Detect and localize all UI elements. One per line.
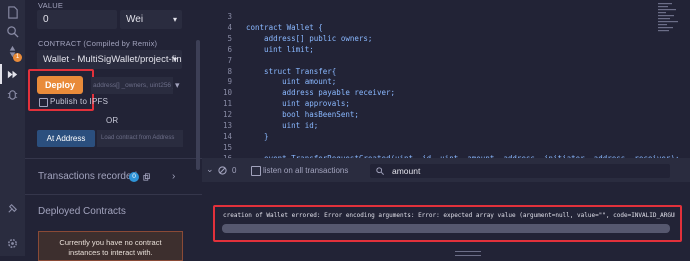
at-address-input[interactable]: Load contract from Address [97,130,183,147]
line-number: 11 [222,99,232,109]
editor-minimap[interactable] [655,0,690,40]
no-instances-notice: Currently you have no contract instances… [38,231,183,261]
at-address-button[interactable]: At Address [37,130,95,147]
listen-all-checkbox[interactable] [251,166,261,176]
chevron-down-icon: ▾ [172,15,177,24]
transactions-recorded-label[interactable]: Transactions recorded [38,171,137,182]
value-label: VALUE [38,1,64,10]
code-line[interactable]: uint approvals; [246,99,350,108]
pending-tx-count: 0 [232,166,237,175]
divider [25,158,202,159]
no-instances-line-2: instances to interact with. [68,248,153,257]
line-number: 5 [227,33,232,43]
code-line[interactable]: struct Transfer{ [246,67,336,76]
search-icon[interactable] [6,25,19,38]
code-line[interactable]: contract Wallet { [246,23,323,32]
debugger-icon[interactable] [6,88,19,101]
contract-select[interactable]: Wallet - MultiSigWallet/project-final. ▾ [37,50,182,69]
code-line[interactable]: uint limit; [246,45,314,54]
line-number: 10 [222,88,232,98]
code-line[interactable]: uint amount; [246,77,336,86]
line-number: 13 [222,121,232,130]
no-instances-line-1: Currently you have no contract [59,238,162,247]
code-line[interactable]: address[] public owners; [246,34,372,43]
search-icon [376,167,384,175]
code-line[interactable]: address payable receiver; [246,88,395,97]
line-number: 7 [227,55,232,65]
divider [25,194,202,195]
line-number: 4 [227,22,232,32]
chevron-down-icon[interactable]: ⌄ [206,164,214,175]
compiler-badge: 1 [13,53,22,62]
highlight-box-error [213,205,682,242]
terminal-resize-handle[interactable] [455,251,481,256]
chevron-down-icon: ▾ [172,55,177,64]
code-line[interactable]: bool hasBeenSent; [246,110,359,119]
terminal-filter-value: amount [392,166,421,176]
clear-console-icon[interactable] [218,166,227,175]
code-line[interactable]: uint id; [246,121,318,130]
contract-select-text: Wallet - MultiSigWallet/project-final. [43,54,182,65]
line-number: 12 [222,110,232,120]
listen-all-label: listen on all transactions [263,166,349,175]
file-explorer-icon[interactable] [6,6,19,19]
icon-panel: 1 [0,0,25,256]
plugin-manager-icon[interactable] [6,202,19,215]
line-number: 8 [227,66,232,76]
deployed-contracts-label: Deployed Contracts [38,206,126,217]
contract-label: CONTRACT (Compiled by Remix) [38,39,158,48]
line-number: 15 [222,142,232,152]
code-line[interactable]: } [246,132,269,141]
transactions-count-badge: 0 [129,172,139,182]
line-number: 3 [227,12,232,21]
value-input[interactable]: 0 [37,10,117,29]
line-number: 14 [222,131,232,141]
publish-ipfs-label: Publish to IPFS [50,97,109,106]
settings-icon[interactable] [6,237,19,250]
line-number: 9 [227,77,232,87]
panel-scrollbar[interactable] [196,40,200,170]
line-number: 6 [227,44,232,54]
chevron-down-icon[interactable]: ▾ [175,80,180,91]
or-label: OR [106,116,119,125]
value-unit-select[interactable]: Wei ▾ [120,10,182,29]
publish-ipfs-checkbox[interactable] [39,98,48,107]
value-unit-text: Wei [126,14,144,25]
deploy-run-icon[interactable] [6,68,19,81]
chevron-right-icon[interactable]: › [172,171,175,182]
deploy-args-input[interactable]: address[] _owners, uint256 _li [91,77,173,94]
copy-icon[interactable] [143,173,151,181]
active-indicator [0,64,2,84]
